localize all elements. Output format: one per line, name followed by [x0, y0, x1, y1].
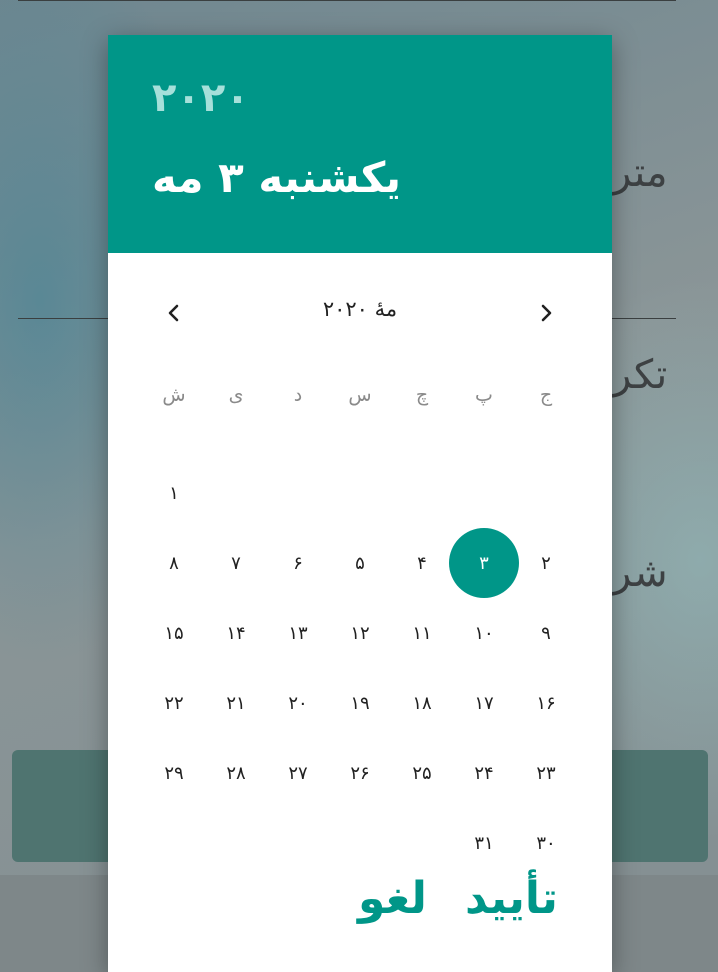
chevron-right-icon: [541, 304, 552, 322]
date-picker-dialog: ۲۰۲۰ یکشنبه ۳ مه مهٔ ۲۰۲۰ ش ی د س چ پ ج …: [108, 35, 612, 972]
weekday-label: چ: [415, 384, 429, 406]
day-number: ۳۰: [536, 832, 556, 854]
header-selected-date[interactable]: یکشنبه ۳ مه: [152, 153, 401, 202]
day-cell[interactable]: ۶: [267, 528, 329, 598]
day-cell[interactable]: ۱۷: [453, 668, 515, 738]
day-number: ۱۲: [350, 622, 370, 644]
weekday-header: ش ی د س چ پ ج: [143, 377, 577, 413]
day-cell[interactable]: ۲: [515, 528, 577, 598]
day-number: ۹: [541, 622, 551, 644]
day-number: ۱۷: [474, 692, 494, 714]
dialog-header: ۲۰۲۰ یکشنبه ۳ مه: [108, 35, 612, 253]
day-blank: [453, 458, 515, 528]
month-navigation: مهٔ ۲۰۲۰: [108, 285, 612, 341]
day-number: ۵: [355, 552, 365, 574]
day-grid: ۱ ۲ ۳ ۴ ۵ ۶ ۷ ۸ ۹ ۱۰ ۱۱ ۱۲ ۱۳ ۱۴ ۱۵ ۱۶ ۱۷ ۱۸ ۱۹ ۲۰ ۲۱ ۲۲ ۲۳ ۲۴ ۲…: [143, 458, 577, 878]
day-number: ۶: [293, 552, 303, 574]
day-blank: [267, 458, 329, 528]
day-number: ۱۶: [536, 692, 556, 714]
day-cell[interactable]: ۴: [391, 528, 453, 598]
day-cell[interactable]: ۱۳: [267, 598, 329, 668]
day-blank: [391, 458, 453, 528]
day-cell-selected[interactable]: ۳: [449, 528, 519, 598]
day-number: ۱۸: [412, 692, 432, 714]
weekday-label: ش: [162, 384, 186, 406]
day-cell[interactable]: ۲۰: [267, 668, 329, 738]
day-cell[interactable]: ۱۵: [143, 598, 205, 668]
dialog-actions: تأیید لغو: [108, 873, 612, 943]
weekday-label: د: [293, 384, 303, 406]
day-number: ۱۹: [350, 692, 370, 714]
day-cell[interactable]: ۱۹: [329, 668, 391, 738]
weekday-label: ی: [228, 384, 244, 406]
day-cell[interactable]: ۱۶: [515, 668, 577, 738]
day-cell[interactable]: ۹: [515, 598, 577, 668]
next-month-button[interactable]: [528, 295, 564, 331]
day-number: ۷: [231, 552, 241, 574]
day-cell[interactable]: ۱۲: [329, 598, 391, 668]
day-cell[interactable]: ۲۲: [143, 668, 205, 738]
day-number: ۸: [169, 552, 179, 574]
background-label: متر: [612, 150, 668, 196]
day-cell[interactable]: ۱۰: [453, 598, 515, 668]
day-number: ۱: [169, 482, 179, 504]
day-number: ۲۲: [164, 692, 184, 714]
day-cell[interactable]: ۱۴: [205, 598, 267, 668]
previous-month-button[interactable]: [156, 295, 192, 331]
day-cell[interactable]: ۲۶: [329, 738, 391, 808]
month-year-label: مهٔ ۲۰۲۰: [322, 297, 398, 321]
header-year[interactable]: ۲۰۲۰: [152, 75, 250, 121]
weekday-label: پ: [475, 384, 493, 406]
day-number: ۲: [541, 552, 551, 574]
day-cell[interactable]: ۷: [205, 528, 267, 598]
ok-button[interactable]: تأیید: [465, 873, 558, 924]
day-number: ۴: [417, 552, 427, 574]
day-cell[interactable]: ۸: [143, 528, 205, 598]
day-number: ۱۵: [164, 622, 184, 644]
day-number: ۲۴: [474, 762, 494, 784]
weekday-label: س: [348, 384, 372, 406]
cancel-button[interactable]: لغو: [358, 873, 427, 924]
day-number: ۲۸: [226, 762, 246, 784]
background-divider: [18, 0, 676, 1]
day-cell[interactable]: ۲۱: [205, 668, 267, 738]
day-cell[interactable]: ۲۹: [143, 738, 205, 808]
day-number: ۲۹: [164, 762, 184, 784]
day-number: ۱۰: [474, 622, 494, 644]
weekday-label: ج: [539, 384, 553, 406]
day-cell[interactable]: ۲۷: [267, 738, 329, 808]
day-number: ۲۵: [412, 762, 432, 784]
day-cell[interactable]: ۲۴: [453, 738, 515, 808]
day-number: ۱۱: [412, 622, 432, 644]
day-cell[interactable]: ۲۳: [515, 738, 577, 808]
day-blank: [515, 458, 577, 528]
day-number: ۱۳: [288, 622, 308, 644]
day-number: ۲۳: [536, 762, 556, 784]
day-number: ۲۶: [350, 762, 370, 784]
day-cell[interactable]: ۲۵: [391, 738, 453, 808]
day-cell[interactable]: ۱۸: [391, 668, 453, 738]
day-number: ۳: [479, 552, 489, 574]
day-cell[interactable]: ۳۱: [453, 808, 515, 878]
day-number: ۳۱: [474, 832, 494, 854]
day-cell[interactable]: ۱: [143, 458, 205, 528]
day-cell[interactable]: ۵: [329, 528, 391, 598]
day-number: ۲۷: [288, 762, 308, 784]
day-blank: [329, 458, 391, 528]
day-cell[interactable]: ۱۱: [391, 598, 453, 668]
day-number: ۲۱: [226, 692, 246, 714]
day-number: ۲۰: [288, 692, 308, 714]
day-cell[interactable]: ۲۸: [205, 738, 267, 808]
day-cell[interactable]: ۳۰: [515, 808, 577, 878]
background-label: شر: [612, 550, 668, 596]
day-number: ۱۴: [226, 622, 246, 644]
chevron-left-icon: [168, 304, 179, 322]
day-blank: [205, 458, 267, 528]
background-label: تکر: [612, 352, 668, 398]
